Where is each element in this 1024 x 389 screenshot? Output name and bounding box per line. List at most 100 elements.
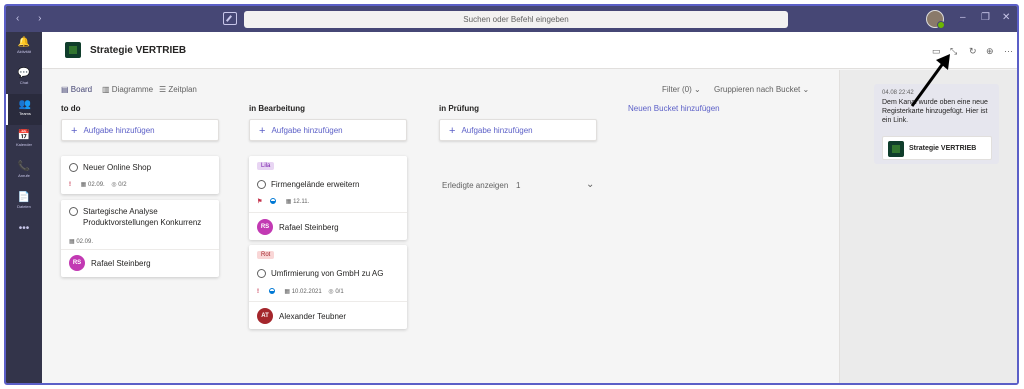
rail-label: Dateien [17, 204, 31, 209]
calendar-icon: ▦ [69, 239, 75, 245]
bucket-title[interactable]: in Prüfung [439, 104, 479, 113]
add-task-button[interactable]: + Aufgabe hinzufügen [61, 119, 219, 141]
progress-in-progress-icon [270, 198, 277, 204]
assignee-name: Alexander Teubner [279, 312, 347, 321]
tab-schedule-label: Zeitplan [168, 85, 197, 94]
task-card[interactable]: Rot Umfirmierung von GmbH zu AG ! ▦ 10.0… [249, 245, 407, 329]
back-forward-icon[interactable]: ‹ › [16, 13, 49, 24]
planner-logo-icon [888, 141, 904, 157]
tab-link-card[interactable]: Strategie VERTRIEB [882, 136, 992, 160]
task-due-date: 10.02.2021 [291, 289, 322, 295]
plus-icon: + [71, 125, 78, 137]
task-title: Startegische Analyse Produktvorstellunge… [83, 207, 202, 227]
avatar: RS [257, 219, 273, 235]
calendar-icon: ▦ [80, 182, 87, 188]
task-meta: ! ▦ 10.02.2021 ◎ 0/1 [257, 288, 344, 295]
rail-item-files[interactable]: 📄 Dateien [6, 187, 42, 218]
new-chat-icon[interactable] [223, 12, 237, 25]
minimize-icon[interactable]: – [960, 12, 966, 23]
rail-label: Anrufe [18, 173, 30, 178]
refresh-icon[interactable]: ↻ [969, 46, 977, 57]
group-by-label: Gruppieren nach Bucket [714, 85, 801, 94]
user-avatar[interactable] [926, 10, 945, 29]
calendar-icon: ▦ [284, 289, 291, 295]
more-icon: ••• [18, 223, 30, 234]
filter-button[interactable]: Filter (0) ⌄ [662, 85, 701, 94]
complete-checkbox[interactable] [257, 180, 266, 189]
priority-important-icon: ! [257, 289, 259, 295]
page-title: Strategie VERTRIEB [90, 45, 187, 56]
divider [61, 249, 219, 250]
task-card[interactable]: Startegische Analyse Produktvorstellunge… [61, 200, 219, 277]
rail-item-chat[interactable]: 💬 Chat [6, 63, 42, 94]
add-task-label: Aufgabe hinzufügen [461, 126, 533, 135]
assignee-name: Rafael Steinberg [91, 259, 151, 268]
task-title: Umfirmierung von GmbH zu AG [271, 269, 384, 278]
main-content: Strategie VERTRIEB ▭ ⤡ ↻ ⊕ ··· ▤ Board ▥… [42, 32, 1017, 383]
divider [249, 212, 407, 213]
rail-item-calendar[interactable]: 📅 Kalender [6, 125, 42, 156]
group-by-button[interactable]: Gruppieren nach Bucket ⌄ [714, 85, 809, 94]
calendar-icon: 📅 [17, 130, 31, 141]
task-card[interactable]: Neuer Online Shop ! ▦ 02.09. ◎ 0/2 [61, 156, 219, 194]
tab-board[interactable]: ▤ Board [61, 85, 92, 94]
complete-checkbox[interactable] [257, 269, 266, 278]
checklist-icon: ◎ [328, 289, 334, 295]
avatar: AT [257, 308, 273, 324]
title-bar: ‹ › Suchen oder Befehl eingeben – ❐ ✕ [6, 6, 1017, 32]
rail-item-activity[interactable]: 🔔 Aktivität [6, 32, 42, 63]
completed-count: 1 [516, 181, 521, 190]
tab-schedule[interactable]: ☰ Zeitplan [159, 85, 197, 94]
phone-icon: 📞 [17, 161, 31, 172]
chevron-down-icon: ⌄ [802, 85, 810, 94]
complete-checkbox[interactable] [69, 207, 78, 216]
rail-item-teams[interactable]: 👥 Teams [6, 94, 42, 125]
bucket-title[interactable]: in Bearbeitung [249, 104, 305, 113]
filter-label: Filter (0) [662, 85, 692, 94]
label-tag: Rot [257, 251, 275, 259]
tab-charts[interactable]: ▥ Diagramme [102, 85, 153, 94]
rail-label: Chat [19, 80, 29, 85]
search-input[interactable]: Suchen oder Befehl eingeben [244, 11, 788, 28]
bucket-title[interactable]: to do [61, 104, 81, 113]
maximize-icon[interactable]: ❐ [981, 12, 990, 23]
task-due-date: 02.09. [88, 182, 105, 188]
checklist-count: 0/1 [335, 289, 344, 295]
add-task-label: Aufgabe hinzufügen [271, 126, 343, 135]
chat-icon: 💬 [17, 68, 31, 79]
add-task-label: Aufgabe hinzufügen [83, 126, 155, 135]
task-card[interactable]: Lila Firmengelände erweitern ⚑ ▦ 12.11. … [249, 156, 407, 240]
teams-window: ‹ › Suchen oder Befehl eingeben – ❐ ✕ 🔔 … [4, 4, 1019, 385]
rail-label: Kalender [15, 142, 32, 147]
plus-icon: + [449, 125, 456, 137]
channel-header: Strategie VERTRIEB ▭ ⤡ ↻ ⊕ ··· [42, 32, 1017, 69]
annotation-arrow-icon [910, 54, 950, 107]
rail-label: Teams [19, 111, 31, 116]
checklist-count: 0/2 [118, 182, 127, 188]
task-title: Firmengelände erweitern [271, 180, 360, 189]
priority-urgent-icon: ⚑ [257, 199, 263, 205]
globe-icon[interactable]: ⊕ [986, 46, 994, 57]
calendar-icon: ▦ [285, 199, 292, 205]
teams-icon: 👥 [18, 99, 32, 110]
add-task-button[interactable]: + Aufgabe hinzufügen [439, 119, 597, 141]
task-meta: ⚑ ▦ 12.11. [257, 198, 309, 205]
rail-item-more[interactable]: ••• [6, 218, 42, 249]
file-icon: 📄 [17, 192, 31, 203]
rail-item-calls[interactable]: 📞 Anrufe [6, 156, 42, 187]
task-meta: ! ▦ 02.09. ◎ 0/2 [69, 181, 127, 188]
checklist-icon: ◎ [111, 182, 117, 188]
add-task-button[interactable]: + Aufgabe hinzufügen [249, 119, 407, 141]
show-completed-toggle[interactable]: Erledigte anzeigen 1 ⌄ [442, 179, 598, 194]
add-bucket-link[interactable]: Neuen Bucket hinzufügen [628, 104, 720, 113]
label-tag: Lila [257, 162, 275, 170]
progress-in-progress-icon [268, 288, 275, 294]
tab-link-label: Strategie VERTRIEB [909, 145, 977, 152]
chevron-down-icon: ⌄ [694, 85, 701, 94]
complete-checkbox[interactable] [69, 163, 78, 172]
close-icon[interactable]: ✕ [1002, 12, 1010, 23]
more-options-icon[interactable]: ··· [1004, 46, 1013, 56]
show-completed-label: Erledigte anzeigen [442, 181, 509, 190]
task-title: Neuer Online Shop [83, 163, 152, 172]
avatar: RS [69, 255, 85, 271]
